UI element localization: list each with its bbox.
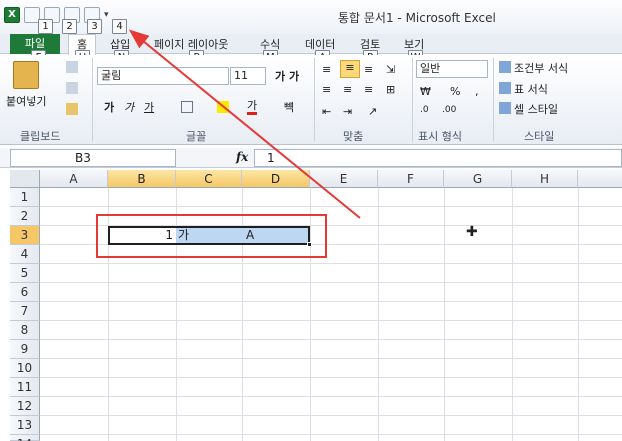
wrap-text-icon[interactable]: ⇲	[386, 63, 395, 76]
group-separator	[493, 58, 494, 142]
select-all-corner[interactable]	[10, 170, 40, 188]
group-separator	[412, 58, 413, 142]
group-separator	[92, 58, 93, 142]
orientation-icon[interactable]: ↗	[368, 105, 377, 118]
group-label-styles: 스타일	[524, 130, 555, 143]
keytip-qat-2: 2	[62, 19, 77, 34]
increase-indent-icon[interactable]: ⇥	[343, 105, 352, 118]
row-header-8[interactable]: 8	[10, 321, 40, 340]
gridline	[40, 301, 622, 302]
row-header-9[interactable]: 9	[10, 340, 40, 359]
decrease-indent-icon[interactable]: ⇤	[322, 105, 331, 118]
align-top-icon[interactable]: ≡	[322, 63, 331, 76]
decrease-decimal-icon[interactable]: .00	[442, 105, 456, 115]
column-header-e[interactable]: E	[310, 170, 378, 188]
comma-style-icon[interactable]: ,	[475, 85, 479, 98]
font-size-select[interactable]: 11	[230, 67, 266, 85]
gridline	[40, 377, 622, 378]
number-format-select[interactable]: 일반	[416, 60, 488, 78]
row-header-1[interactable]: 1	[10, 188, 40, 207]
fill-color-icon[interactable]	[217, 101, 229, 113]
cut-icon[interactable]	[66, 61, 78, 73]
ribbon-home: 붙여넣기 클립보드 굴림 11 가 가 가 가 가 가 뺵 글꼴 ≡ ≡ ≡ ⇲…	[0, 55, 622, 145]
align-left-icon[interactable]: ≡	[322, 83, 331, 96]
format-table-button[interactable]: 표 서식	[514, 81, 548, 97]
paste-icon[interactable]	[13, 61, 39, 89]
group-label-alignment: 맞춤	[343, 130, 364, 143]
accounting-format-icon[interactable]: ₩	[420, 85, 431, 98]
format-table-icon	[499, 82, 511, 94]
conditional-format-button[interactable]: 조건부 서식	[514, 60, 568, 76]
formula-bar: B3 fx 1	[0, 148, 622, 168]
row-header-4[interactable]: 4	[10, 245, 40, 264]
worksheet-grid[interactable]: A B C D E F G H 1 2 3 4 5 6 7 8 9 10 11 …	[0, 170, 622, 441]
gridline	[40, 415, 622, 416]
keytip-qat-1: 1	[38, 19, 53, 34]
row-header-6[interactable]: 6	[10, 283, 40, 302]
qat-customize-icon[interactable]: ▾	[104, 10, 109, 20]
percent-style-icon[interactable]: %	[450, 85, 460, 98]
font-color-icon[interactable]: 가	[247, 99, 258, 115]
group-separator	[314, 58, 315, 142]
align-center-icon[interactable]: ≡	[343, 83, 352, 96]
column-header-f[interactable]: F	[378, 170, 444, 188]
gridline	[40, 358, 622, 359]
paste-button[interactable]: 붙여넣기	[6, 93, 46, 109]
row-header-14[interactable]: 14	[10, 435, 40, 441]
annotation-highlight-box	[96, 214, 327, 258]
gridline	[40, 282, 622, 283]
increase-decimal-icon[interactable]: .0	[420, 105, 429, 115]
name-box[interactable]: B3	[10, 149, 176, 167]
column-header-d[interactable]: D	[242, 170, 310, 188]
underline-icon[interactable]: 가	[144, 99, 154, 115]
cursor-cross-icon: ✚	[466, 224, 478, 240]
column-header-a[interactable]: A	[40, 170, 108, 188]
phonetic-icon[interactable]: 뺵	[284, 99, 294, 115]
gridline	[40, 206, 622, 207]
keytip-qat-4: 4	[112, 19, 127, 34]
merge-center-icon[interactable]: ⊞	[386, 83, 395, 96]
format-painter-icon[interactable]	[66, 103, 78, 115]
row-header-5[interactable]: 5	[10, 264, 40, 283]
window-title: 통합 문서1 - Microsoft Excel	[338, 11, 496, 25]
align-middle-icon[interactable]: ≡	[340, 60, 360, 78]
font-name-select[interactable]: 굴림	[97, 67, 229, 85]
gridline	[40, 263, 622, 264]
column-header-g[interactable]: G	[444, 170, 512, 188]
border-icon[interactable]	[181, 101, 193, 113]
cell-styles-icon	[499, 102, 511, 114]
conditional-format-icon	[499, 61, 511, 73]
row-header-2[interactable]: 2	[10, 207, 40, 226]
gridline	[40, 339, 622, 340]
excel-icon[interactable]: X	[4, 7, 20, 23]
gridline	[40, 320, 622, 321]
grow-font-icon[interactable]: 가 가	[275, 68, 299, 84]
row-header-3[interactable]: 3	[10, 226, 40, 245]
gridline	[40, 396, 622, 397]
group-label-number: 표시 형식	[418, 130, 462, 143]
keytip-qat-3: 3	[87, 19, 102, 34]
column-header-b[interactable]: B	[108, 170, 176, 188]
gridline	[40, 434, 622, 435]
copy-icon[interactable]	[66, 82, 78, 94]
bold-icon[interactable]: 가	[104, 99, 114, 115]
ribbon-tabs: 파일 홈 삽입 페이지 레이아웃 수식 데이터 검토 보기	[0, 34, 622, 55]
column-header-h[interactable]: H	[512, 170, 578, 188]
row-header-10[interactable]: 10	[10, 359, 40, 378]
row-header-12[interactable]: 12	[10, 397, 40, 416]
group-label-clipboard: 클립보드	[20, 130, 61, 143]
italic-icon[interactable]: 가	[124, 99, 134, 115]
column-header-c[interactable]: C	[176, 170, 242, 188]
group-label-font: 글꼴	[186, 130, 207, 143]
cell-styles-button[interactable]: 셀 스타일	[514, 101, 558, 117]
formula-input[interactable]: 1	[254, 149, 622, 167]
row-header-13[interactable]: 13	[10, 416, 40, 435]
align-right-icon[interactable]: ≡	[364, 83, 373, 96]
row-header-11[interactable]: 11	[10, 378, 40, 397]
column-header-partial	[578, 170, 622, 188]
row-header-7[interactable]: 7	[10, 302, 40, 321]
insert-function-icon[interactable]: fx	[236, 150, 248, 164]
align-bottom-icon[interactable]: ≡	[364, 63, 373, 76]
